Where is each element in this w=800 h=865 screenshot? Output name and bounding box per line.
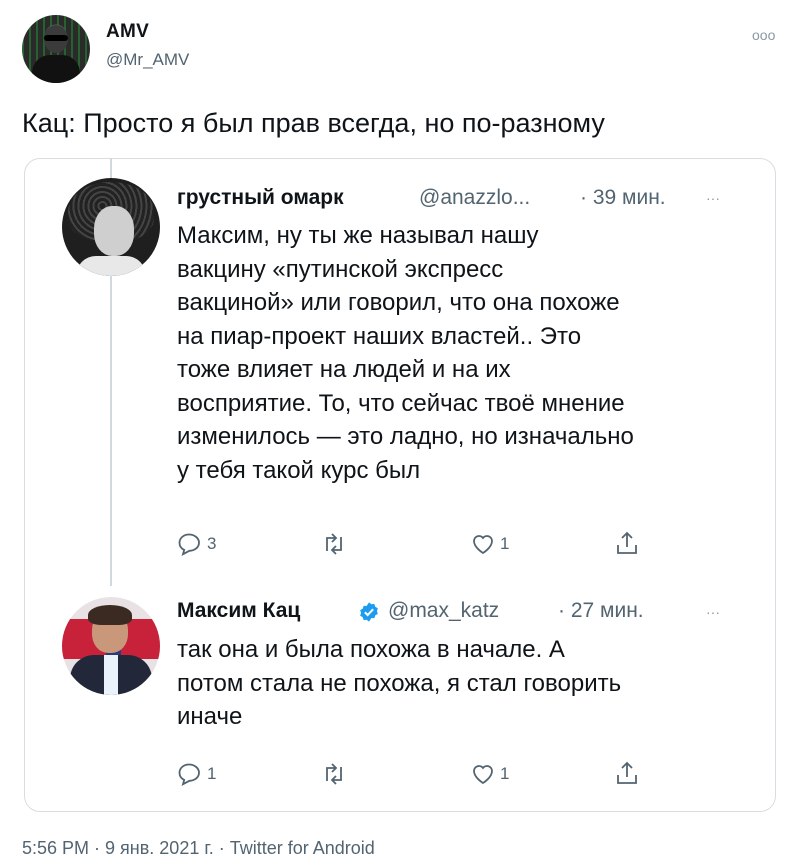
reply2-text-line: так она и была похожа в начале. А <box>177 636 565 663</box>
author-name[interactable]: AMV <box>106 21 149 43</box>
reply1-avatar[interactable] <box>62 178 160 276</box>
reply2-author-handle[interactable]: @max_katz <box>388 599 499 623</box>
reply1-text-line: изменилось — это ладно, но изначально <box>177 423 634 450</box>
reply1-retweet-button[interactable] <box>320 532 352 556</box>
reply1-text-line: на пиар-проект наших властей.. Это <box>177 322 582 350</box>
reply1-author-handle[interactable]: @anazzlo... <box>419 186 530 210</box>
reply2-like-count: 1 <box>500 764 510 783</box>
share-upload-icon <box>617 761 637 784</box>
tweet-timestamp-source[interactable]: 5:56 PM · 9 янв. 2021 г. · Twitter for A… <box>22 838 375 859</box>
reply1-text-line: тоже влияет на людей и на их <box>177 356 511 383</box>
retweet-arrows-icon <box>326 533 342 555</box>
reply2-avatar[interactable] <box>62 597 160 695</box>
reply2-text-line: потом стала не похожа, я стал говорить <box>177 669 622 697</box>
reply1-like-button[interactable]: 1 <box>470 532 509 556</box>
reply2-timestamp[interactable]: · 27 мин. <box>558 599 644 623</box>
tweet-text: Кац: Просто я был прав всегда, но по-раз… <box>22 108 605 138</box>
reply1-share-button[interactable] <box>615 530 639 556</box>
verified-badge-icon <box>360 602 378 622</box>
retweet-arrows-icon <box>326 763 342 785</box>
heart-icon <box>473 535 493 555</box>
reply1-text-line: вакциной» или говорил, что она похоже <box>177 289 620 316</box>
more-options-icon[interactable]: ooo <box>752 27 775 43</box>
reply2-author-name[interactable]: Максим Кац <box>177 599 300 623</box>
reply2-like-button[interactable]: 1 <box>470 762 509 786</box>
reply1-text-line: вакцину «путинской экспресс <box>177 255 504 283</box>
reply2-reply-count: 1 <box>207 764 217 783</box>
reply1-text-line: у тебя такой курс был <box>177 456 421 484</box>
heart-icon <box>473 765 493 785</box>
reply1-reply-button[interactable]: 3 <box>177 532 216 556</box>
reply1-like-count: 1 <box>500 534 510 553</box>
reply2-retweet-button[interactable] <box>320 762 352 786</box>
reply2-text-line: иначе <box>177 703 243 730</box>
author-handle[interactable]: @Mr_AMV <box>106 50 189 70</box>
reply2-more-icon[interactable]: ··· <box>706 604 720 620</box>
reply1-reply-count: 3 <box>207 534 217 553</box>
reply1-text-line: Максим, ну ты же называл нашу <box>177 222 539 249</box>
reply1-more-icon[interactable]: ··· <box>706 190 720 206</box>
reply2-text: так она и была похожа в начале. А потом … <box>177 633 621 734</box>
reply1-text: Максим, ну ты же называл нашу вакцину «п… <box>177 219 634 487</box>
reply1-timestamp[interactable]: · 39 мин. <box>580 186 666 210</box>
reply1-author-name[interactable]: грустный омарк <box>177 186 344 210</box>
speech-bubble-icon <box>178 763 200 786</box>
speech-bubble-icon <box>178 533 200 556</box>
author-avatar[interactable] <box>22 15 90 83</box>
reply2-reply-button[interactable]: 1 <box>177 762 216 786</box>
reply1-text-line: восприятие. То, что сейчас твоё мнение <box>177 389 625 417</box>
reply2-share-button[interactable] <box>615 760 639 786</box>
share-upload-icon <box>617 531 637 554</box>
